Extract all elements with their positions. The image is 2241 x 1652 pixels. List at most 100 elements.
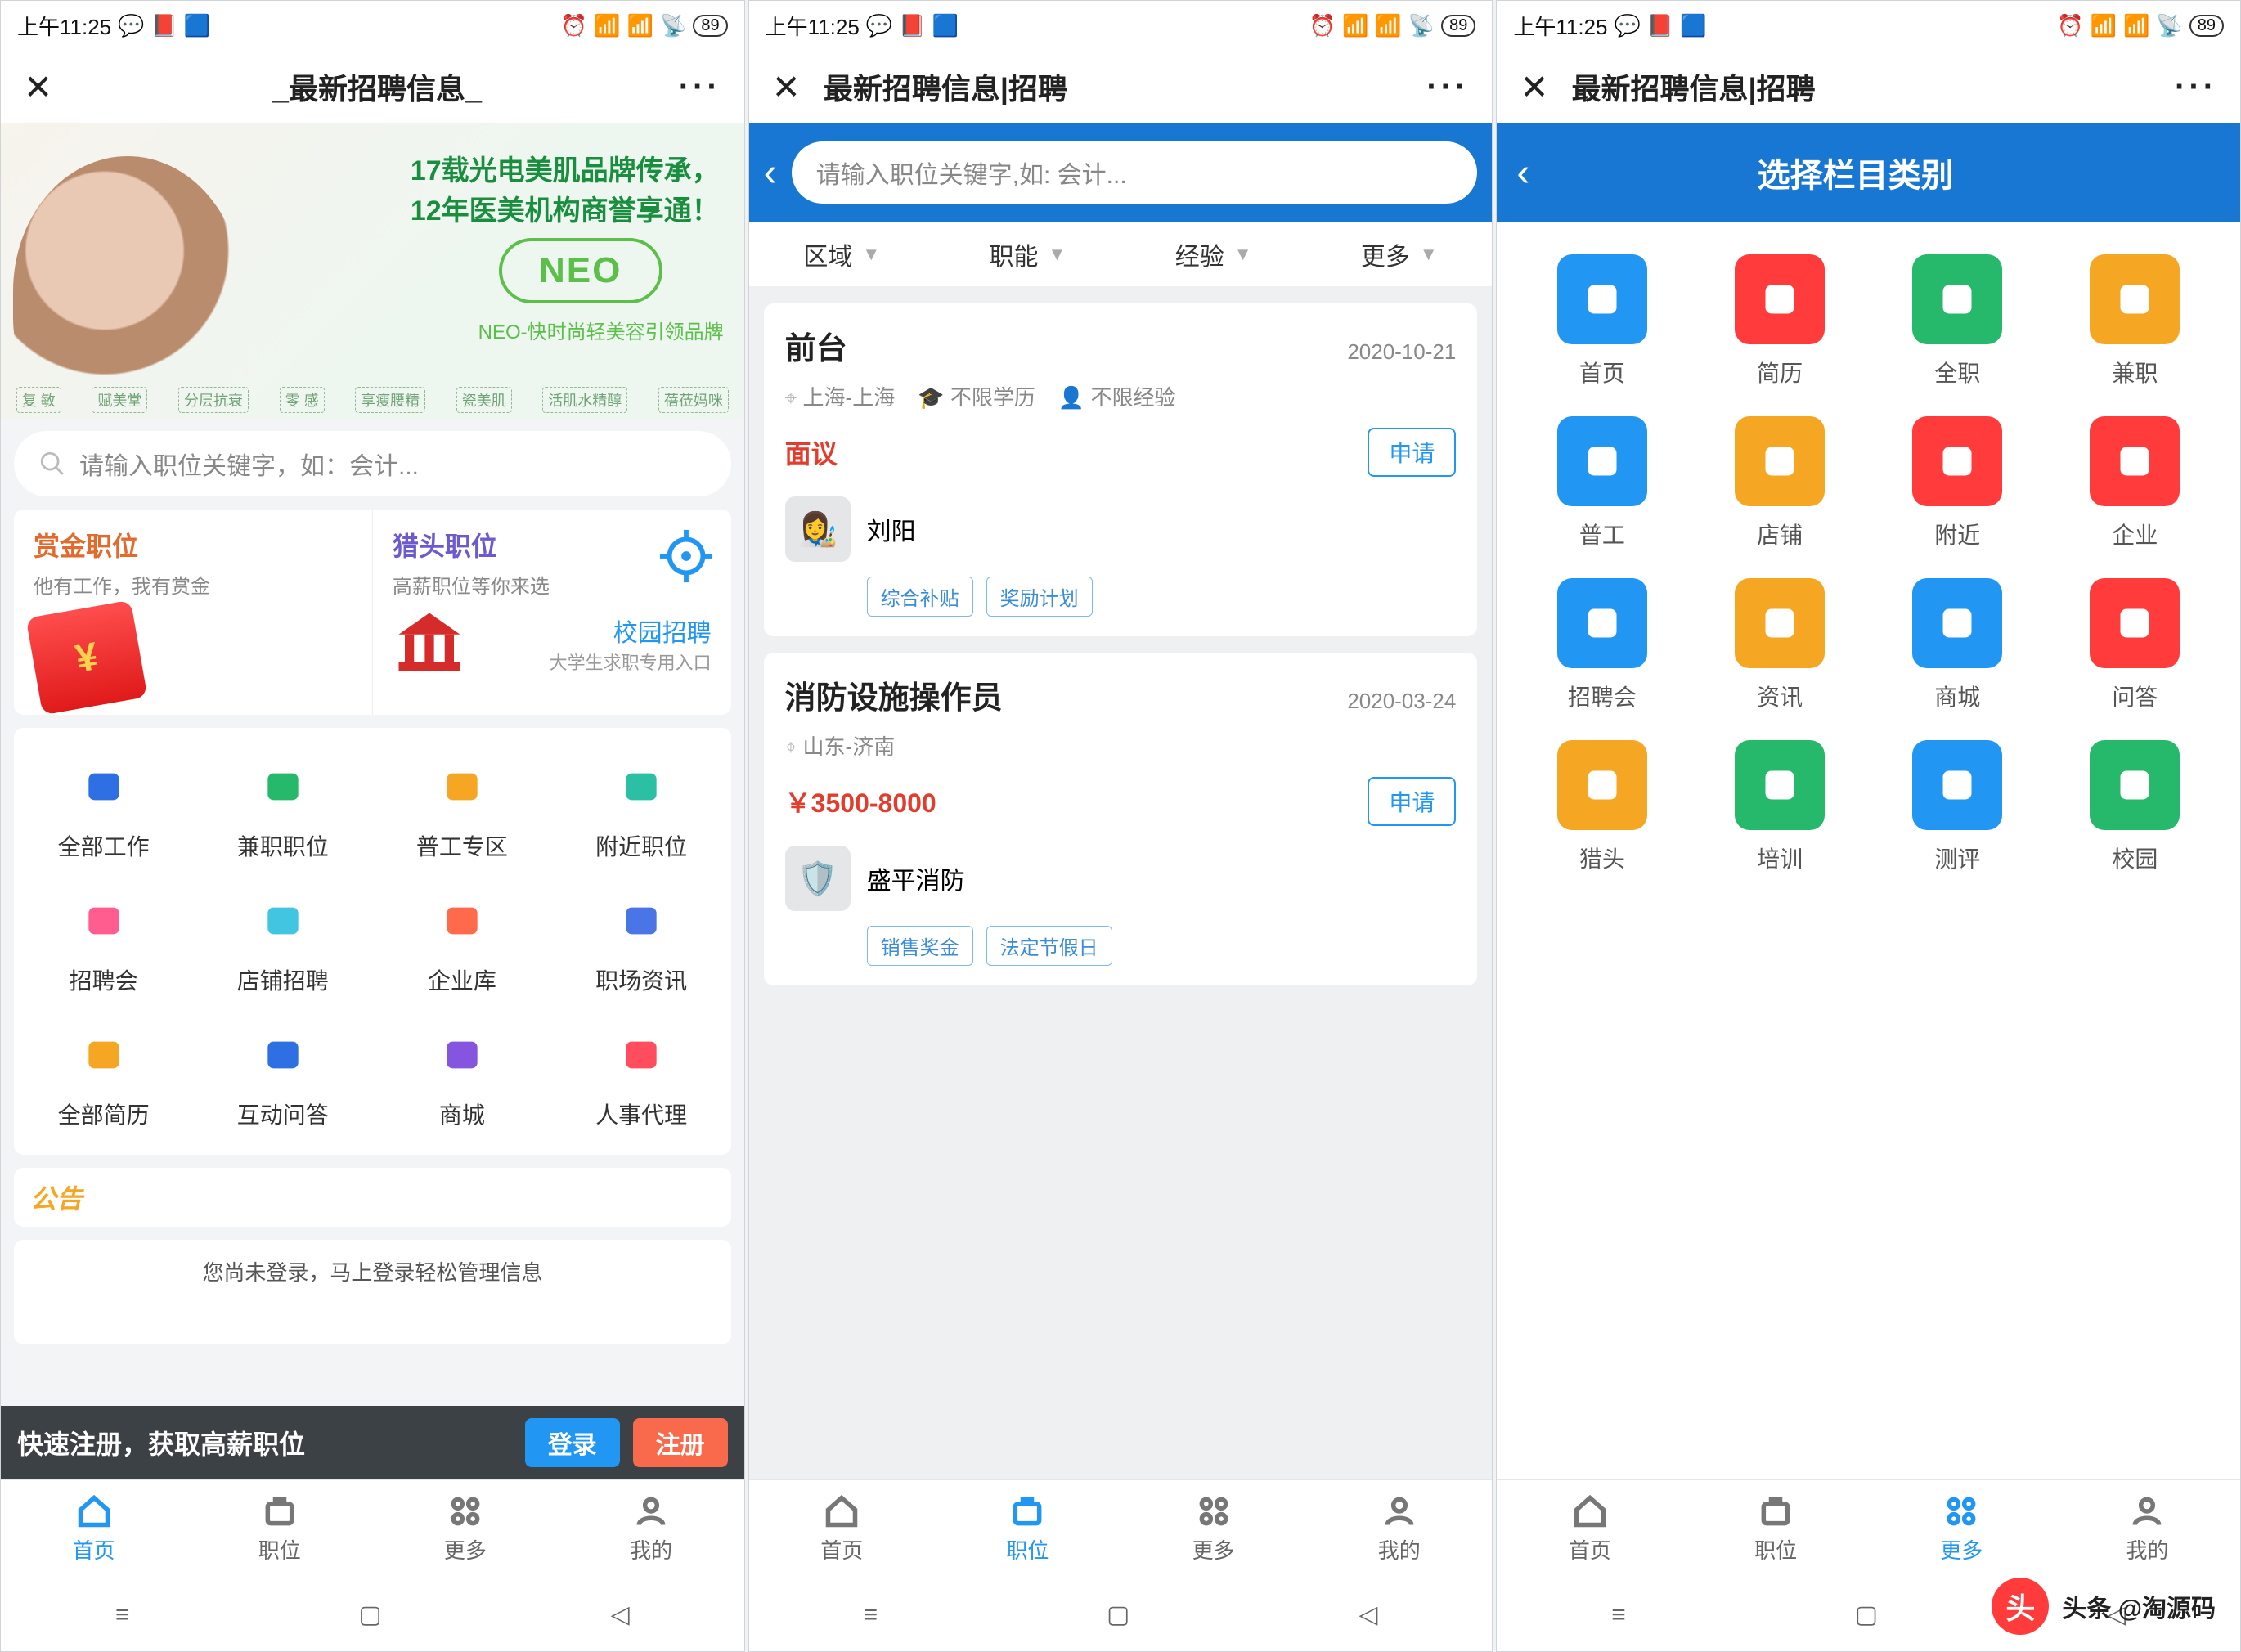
- filter-职能[interactable]: 职能▼: [935, 222, 1120, 286]
- category-header: ‹ 选择栏目类别: [1497, 123, 2240, 222]
- company-avatar: 👩‍🎨: [785, 496, 851, 562]
- close-icon[interactable]: ✕: [24, 67, 52, 107]
- page-title: 最新招聘信息|招聘: [824, 65, 1427, 108]
- home-icon-互动问答[interactable]: 互动问答: [193, 1012, 372, 1147]
- recent-icon[interactable]: ≡: [115, 1601, 130, 1629]
- close-icon[interactable]: ✕: [772, 67, 801, 107]
- chevron-left-icon[interactable]: ‹: [1516, 150, 1529, 195]
- search-input[interactable]: 请输入职位关键字,如: 会计...: [792, 141, 1478, 204]
- filter-经验[interactable]: 经验▼: [1120, 222, 1306, 286]
- android-nav: ≡▢◁ 头 头条 @淘源码: [1497, 1578, 2240, 1651]
- close-icon[interactable]: ✕: [1520, 67, 1548, 107]
- tab-更多[interactable]: 更多: [1120, 1480, 1306, 1578]
- watermark: 头 头条 @淘源码: [1992, 1578, 2216, 1635]
- category-招聘会[interactable]: 招聘会: [1521, 578, 1682, 712]
- toutiao-logo-icon: 头: [1992, 1578, 2049, 1635]
- android-nav: ≡ ▢ ◁: [1, 1578, 744, 1651]
- phone-1-home: 上午11:25 💬📕🟦 ⏰📶📶📡89 ✕ _最新招聘信息_ ··· 17载光电美…: [0, 0, 745, 1652]
- page-title: 最新招聘信息|招聘: [1572, 65, 2176, 108]
- status-time: 上午11:25: [17, 11, 111, 41]
- category-企业[interactable]: 企业: [2055, 416, 2216, 550]
- status-bar: 上午11:25 💬📕🟦 ⏰📶📶📡89: [749, 1, 1493, 50]
- battery: 89: [693, 15, 727, 37]
- tab-bar: 首页职位更多我的: [1497, 1479, 2240, 1578]
- category-猎头[interactable]: 猎头: [1521, 740, 1682, 874]
- category-兼职[interactable]: 兼职: [2055, 254, 2216, 388]
- chevron-down-icon: ▼: [1420, 244, 1438, 265]
- chevron-left-icon[interactable]: ‹: [764, 150, 777, 195]
- status-bar: 上午11:25 💬📕🟦 ⏰📶📶📡89: [1, 1, 744, 50]
- home-icon-全部简历[interactable]: 全部简历: [14, 1012, 193, 1147]
- home-icon-店铺招聘[interactable]: 店铺招聘: [193, 878, 372, 1012]
- tab-我的[interactable]: 我的: [559, 1480, 744, 1578]
- search-icon: [38, 450, 66, 478]
- home-icon-商城[interactable]: 商城: [372, 1012, 551, 1147]
- category-培训[interactable]: 培训: [1700, 740, 1861, 874]
- category-首页[interactable]: 首页: [1521, 254, 1682, 388]
- home-icon[interactable]: ▢: [358, 1600, 381, 1629]
- filter-更多[interactable]: 更多▼: [1306, 222, 1492, 286]
- tab-首页[interactable]: 首页: [1497, 1480, 1682, 1578]
- category-店铺[interactable]: 店铺: [1700, 416, 1861, 550]
- promo-banner[interactable]: 17载光电美肌品牌传承， 12年医美机构商誉享通！ NEO NEO-快时尚轻美容…: [1, 123, 744, 418]
- home-icon-兼职职位[interactable]: 兼职职位: [193, 744, 372, 878]
- home-icon-人事代理[interactable]: 人事代理: [552, 1012, 731, 1147]
- banner-person-image: [13, 156, 242, 418]
- job-card[interactable]: 前台2020-10-21 上海-上海不限学历不限经验 面议申请 👩‍🎨刘阳 综合…: [764, 303, 1478, 636]
- filter-row: 区域▼职能▼经验▼更多▼: [749, 222, 1493, 287]
- headhunter-jobs-card[interactable]: 猎头职位 高薪职位等你来选: [393, 526, 712, 599]
- banner-logo: NEO: [499, 238, 662, 303]
- tab-我的[interactable]: 我的: [2055, 1480, 2240, 1578]
- android-nav: ≡▢◁: [749, 1578, 1493, 1651]
- tab-bar: 首页职位更多我的: [749, 1479, 1493, 1578]
- category-问答[interactable]: 问答: [2055, 578, 2216, 712]
- apply-button[interactable]: 申请: [1368, 428, 1456, 477]
- phone-3-categories: 上午11:25 💬📕🟦 ⏰📶📶📡89 ✕ 最新招聘信息|招聘 ··· ‹ 选择栏…: [1496, 0, 2241, 1652]
- home-icon-普工专区[interactable]: 普工专区: [372, 744, 551, 878]
- tab-更多[interactable]: 更多: [372, 1480, 558, 1578]
- category-普工[interactable]: 普工: [1521, 416, 1682, 550]
- login-prompt: 您尚未登录，马上登录轻松管理信息: [14, 1240, 731, 1344]
- title-bar: ✕ _最新招聘信息_ ···: [1, 50, 744, 123]
- title-bar: ✕ 最新招聘信息|招聘 ···: [749, 50, 1493, 123]
- back-icon[interactable]: ◁: [611, 1600, 630, 1629]
- tab-我的[interactable]: 我的: [1306, 1480, 1492, 1578]
- home-icon-企业库[interactable]: 企业库: [372, 878, 551, 1012]
- reward-jobs-card[interactable]: 赏金职位 他有工作，我有赏金: [14, 510, 372, 715]
- tab-bar: 首页职位更多我的: [1, 1479, 744, 1578]
- filter-区域[interactable]: 区域▼: [749, 222, 935, 286]
- home-icon-招聘会[interactable]: 招聘会: [14, 878, 193, 1012]
- home-icon-附近职位[interactable]: 附近职位: [552, 744, 731, 878]
- search-input[interactable]: 请输入职位关键字，如：会计...: [14, 431, 731, 496]
- category-测评[interactable]: 测评: [1877, 740, 2038, 874]
- category-资讯[interactable]: 资讯: [1700, 578, 1861, 712]
- tab-更多[interactable]: 更多: [1869, 1480, 2055, 1578]
- home-icon-职场资讯[interactable]: 职场资讯: [552, 878, 731, 1012]
- category-简历[interactable]: 简历: [1700, 254, 1861, 388]
- announcement-bar[interactable]: 公告: [14, 1168, 731, 1227]
- more-icon[interactable]: ···: [679, 69, 721, 105]
- category-校园[interactable]: 校园: [2055, 740, 2216, 874]
- job-card[interactable]: 消防设施操作员2020-03-24 山东-济南 ￥3500-8000申请 🛡️盛…: [764, 653, 1478, 985]
- tab-首页[interactable]: 首页: [749, 1480, 935, 1578]
- more-icon[interactable]: ···: [2175, 69, 2217, 105]
- page-title: _最新招聘信息_: [75, 65, 679, 108]
- login-cta-bar: 快速注册，获取高薪职位 登录 注册: [1, 1406, 744, 1479]
- phone-2-jobs: 上午11:25 💬📕🟦 ⏰📶📶📡89 ✕ 最新招聘信息|招聘 ··· ‹ 请输入…: [748, 0, 1493, 1652]
- redpacket-icon: [26, 600, 148, 716]
- tab-职位[interactable]: 职位: [935, 1480, 1120, 1578]
- register-button[interactable]: 注册: [633, 1418, 728, 1467]
- tab-职位[interactable]: 职位: [1683, 1480, 1869, 1578]
- more-icon[interactable]: ···: [1426, 69, 1469, 105]
- chevron-down-icon: ▼: [1234, 244, 1252, 265]
- home-icon-全部工作[interactable]: 全部工作: [14, 744, 193, 878]
- category-附近[interactable]: 附近: [1877, 416, 2038, 550]
- chevron-down-icon: ▼: [1049, 244, 1067, 265]
- campus-recruit-card[interactable]: 校园招聘 大学生求职专用入口: [393, 607, 712, 680]
- category-商城[interactable]: 商城: [1877, 578, 2038, 712]
- tab-首页[interactable]: 首页: [1, 1480, 186, 1578]
- login-button[interactable]: 登录: [525, 1418, 620, 1467]
- category-全职[interactable]: 全职: [1877, 254, 2038, 388]
- apply-button[interactable]: 申请: [1368, 777, 1456, 826]
- tab-职位[interactable]: 职位: [186, 1480, 372, 1578]
